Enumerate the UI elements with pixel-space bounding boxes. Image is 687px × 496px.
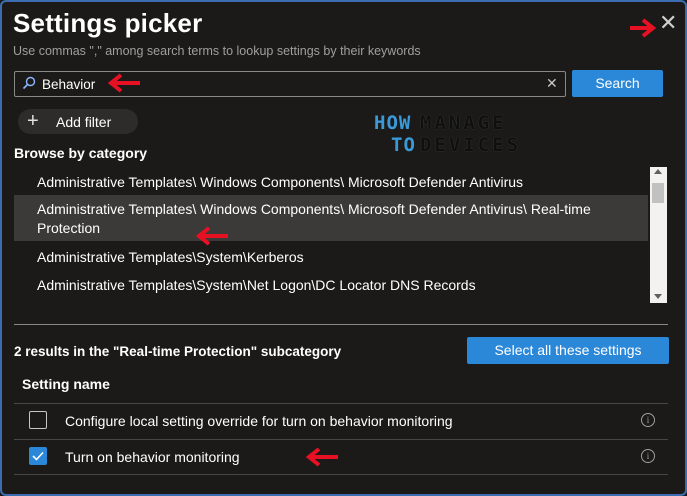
dialog-subtitle: Use commas "," among search terms to loo… <box>13 44 421 58</box>
watermark-devices: DEVICES <box>420 134 522 156</box>
category-item-selected[interactable]: Administrative Templates\ Windows Compon… <box>14 195 648 241</box>
annotation-arrow-icon <box>195 226 228 246</box>
category-list: Administrative Templates\ Windows Compon… <box>14 166 648 306</box>
clear-search-icon[interactable]: ✕ <box>546 75 558 92</box>
plus-icon: + <box>27 110 39 132</box>
scroll-thumb[interactable] <box>652 183 664 203</box>
annotation-arrow-icon <box>107 73 140 93</box>
setting-row[interactable]: Configure local setting override for tur… <box>14 403 668 439</box>
select-all-button[interactable]: Select all these settings <box>467 337 669 364</box>
setting-checkbox-checked[interactable] <box>29 447 47 465</box>
add-filter-label: Add filter <box>56 114 112 130</box>
watermark-manage: MANAGE <box>420 112 507 134</box>
setting-checkbox[interactable] <box>29 411 47 429</box>
search-button[interactable]: Search <box>572 70 663 97</box>
scroll-down-icon[interactable] <box>654 294 662 299</box>
category-scrollbar[interactable] <box>650 167 667 303</box>
close-icon[interactable]: ✕ <box>659 12 677 34</box>
settings-picker-dialog: Settings picker Use commas "," among sea… <box>0 0 687 496</box>
info-icon[interactable]: i <box>641 413 655 427</box>
dialog-title: Settings picker <box>13 8 203 38</box>
watermark-to: TO <box>391 134 416 156</box>
category-item[interactable]: Administrative Templates\ Windows Compon… <box>14 173 648 192</box>
search-field[interactable]: ✕ <box>14 71 566 97</box>
add-filter-button[interactable]: + Add filter <box>18 109 138 134</box>
annotation-arrow-icon <box>305 447 338 467</box>
setting-row[interactable]: Turn on behavior monitoring i <box>14 439 668 475</box>
browse-heading: Browse by category <box>14 145 148 161</box>
watermark-how: HOW <box>374 112 412 134</box>
setting-label: Turn on behavior monitoring <box>65 449 240 465</box>
results-summary: 2 results in the "Real-time Protection" … <box>14 344 342 359</box>
category-item[interactable]: Administrative Templates\System\Net Logo… <box>14 276 648 295</box>
column-header-setting-name: Setting name <box>22 376 110 392</box>
annotation-arrow-icon <box>630 18 657 38</box>
search-icon <box>22 76 36 90</box>
category-item[interactable]: Administrative Templates\System\Kerberos <box>14 248 648 267</box>
table-bottom-border <box>14 474 668 475</box>
info-icon[interactable]: i <box>641 449 655 463</box>
setting-label: Configure local setting override for tur… <box>65 413 453 429</box>
checkmark-icon <box>32 451 44 461</box>
scroll-up-icon[interactable] <box>654 169 662 174</box>
watermark-logo: HOW MANAGE TO DEVICES <box>374 112 522 160</box>
section-divider <box>14 324 668 325</box>
